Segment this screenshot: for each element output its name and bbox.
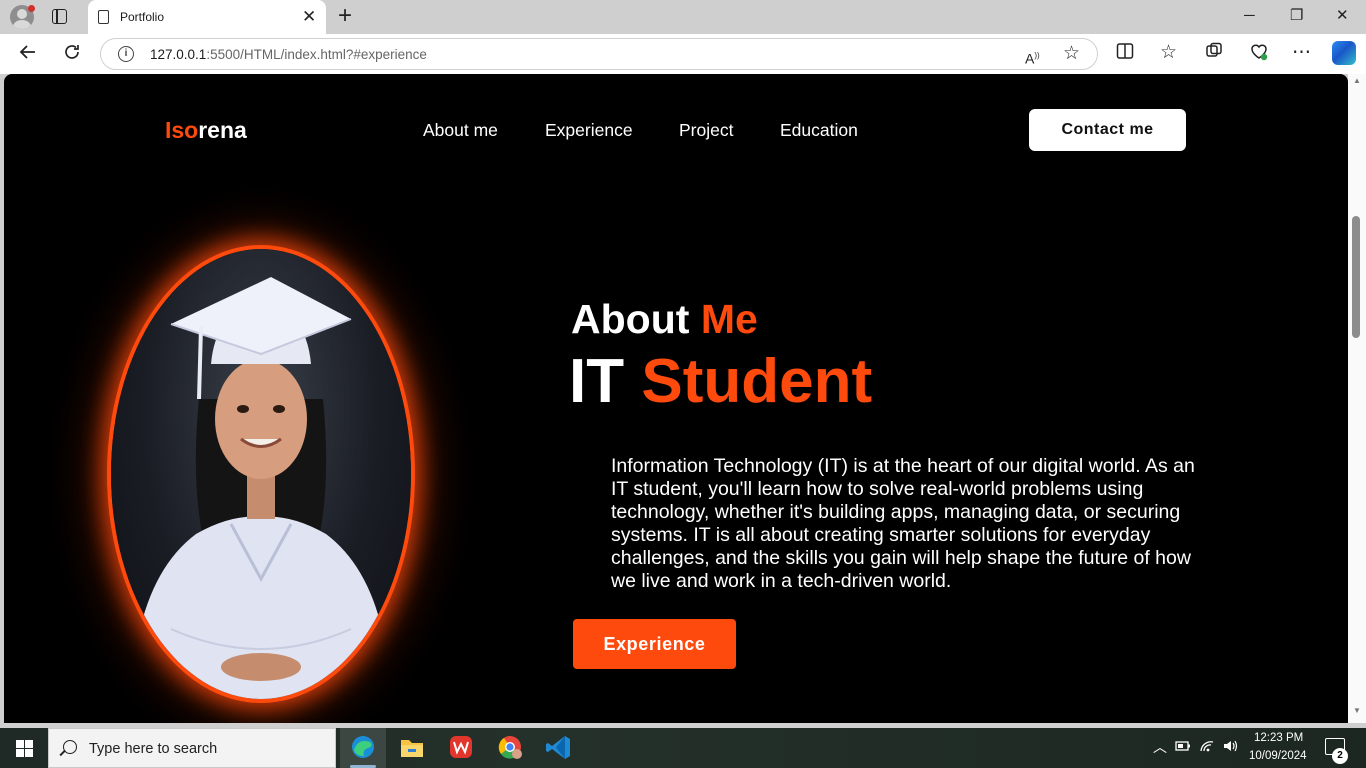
- search-placeholder: Type here to search: [89, 741, 218, 757]
- about-prefix: About: [571, 296, 690, 342]
- settings-more-icon[interactable]: ⋯: [1292, 42, 1311, 64]
- url-text[interactable]: 127.0.0.1:5500/HTML/index.html?#experien…: [150, 47, 427, 62]
- volume-icon[interactable]: [1222, 739, 1240, 756]
- show-hidden-icons-icon[interactable]: ︿: [1153, 739, 1167, 755]
- windows-taskbar: Type here to search ︿ 12:23 PM 10/09/202…: [0, 728, 1366, 768]
- close-window-icon[interactable]: ✕: [1336, 6, 1349, 26]
- browser-tab-portfolio[interactable]: Portfolio ✕: [88, 0, 326, 34]
- battery-icon[interactable]: [1175, 739, 1191, 756]
- logo-accent: Iso: [165, 117, 199, 143]
- role-prefix: IT: [569, 347, 625, 416]
- role-accent: Student: [641, 347, 873, 416]
- site-info-icon[interactable]: i: [118, 46, 134, 62]
- page-viewport: Isorena About me Experience Project Educ…: [4, 74, 1348, 723]
- tab-title: Portfolio: [120, 10, 165, 24]
- edge-icon[interactable]: [340, 728, 386, 768]
- new-tab-icon[interactable]: +: [338, 2, 352, 30]
- read-aloud-icon[interactable]: A)): [1025, 45, 1040, 70]
- clock-date[interactable]: 10/09/2024: [1249, 750, 1307, 762]
- favorite-star-icon[interactable]: ☆: [1063, 43, 1080, 65]
- browser-tab-strip: Portfolio ✕ + ─ ❐ ✕: [0, 0, 1366, 34]
- url-host: 127.0.0.1: [150, 47, 207, 62]
- vscode-icon[interactable]: [536, 728, 582, 768]
- logo-rest: rena: [198, 117, 247, 143]
- graduate-portrait-illustration: [131, 277, 391, 699]
- split-screen-icon[interactable]: [1116, 42, 1134, 66]
- nav-project[interactable]: Project: [679, 120, 733, 141]
- wifi-icon[interactable]: [1199, 739, 1215, 756]
- scroll-thumb[interactable]: [1352, 216, 1360, 338]
- taskbar-search-box[interactable]: Type here to search: [48, 728, 336, 768]
- profile-notification-dot: [28, 5, 35, 12]
- page-icon: [98, 10, 109, 24]
- browser-toolbar: i 127.0.0.1:5500/HTML/index.html?#experi…: [0, 34, 1366, 74]
- chrome-icon[interactable]: [487, 728, 533, 768]
- nav-experience[interactable]: Experience: [545, 120, 633, 141]
- clock-time[interactable]: 12:23 PM: [1254, 732, 1303, 744]
- notification-count-badge: 2: [1332, 748, 1348, 764]
- copilot-icon[interactable]: [1332, 41, 1356, 65]
- page-scrollbar[interactable]: ▲ ▼: [1348, 74, 1366, 723]
- nav-about-me[interactable]: About me: [423, 120, 498, 141]
- profile-photo: [111, 249, 411, 699]
- wps-office-icon[interactable]: [438, 728, 484, 768]
- browser-essentials-icon[interactable]: [1249, 42, 1269, 68]
- url-path: :5500/HTML/index.html?#experience: [206, 47, 427, 62]
- minimize-icon[interactable]: ─: [1244, 6, 1255, 26]
- windows-start-icon[interactable]: [16, 740, 33, 757]
- tab-actions-icon[interactable]: [52, 9, 67, 24]
- nav-education[interactable]: Education: [780, 120, 858, 141]
- contact-me-button[interactable]: Contact me: [1029, 109, 1186, 151]
- refresh-icon[interactable]: [62, 42, 82, 68]
- close-tab-icon[interactable]: ✕: [302, 7, 316, 27]
- experience-button[interactable]: Experience: [573, 619, 736, 669]
- restore-icon[interactable]: ❐: [1290, 6, 1303, 26]
- about-me-heading: About Me: [571, 296, 758, 343]
- collections-icon[interactable]: [1205, 42, 1223, 66]
- favorites-icon[interactable]: ☆: [1160, 42, 1177, 64]
- search-icon: [63, 740, 77, 754]
- role-heading: IT Student: [569, 346, 872, 417]
- scroll-up-icon[interactable]: ▲: [1353, 76, 1361, 85]
- about-accent: Me: [700, 296, 758, 342]
- file-explorer-icon[interactable]: [389, 728, 435, 768]
- site-logo[interactable]: Isorena: [165, 117, 247, 144]
- about-description: Information Technology (IT) is at the he…: [611, 455, 1195, 592]
- scroll-down-icon[interactable]: ▼: [1353, 706, 1361, 715]
- address-bar[interactable]: i 127.0.0.1:5500/HTML/index.html?#experi…: [100, 38, 1098, 70]
- back-arrow-icon[interactable]: [18, 42, 38, 68]
